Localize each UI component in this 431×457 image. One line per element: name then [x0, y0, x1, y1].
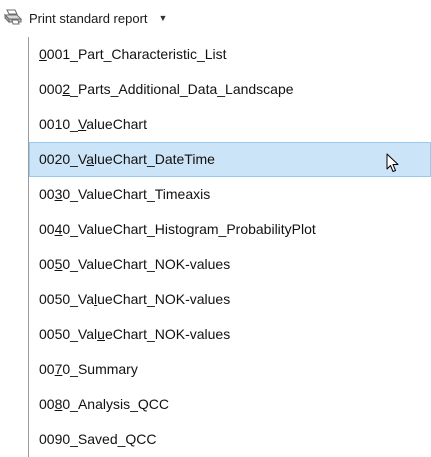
menu-item-label: 0050_ValueChart_NOK-values	[39, 256, 231, 272]
menu-item[interactable]: 0002_Parts_Additional_Data_Landscape	[29, 72, 431, 107]
menu-item[interactable]: 0050_ValueChart_NOK-values	[29, 317, 431, 352]
menu-item-label: 0080_Analysis_QCC	[39, 396, 169, 412]
menu-item-label: 0070_Summary	[39, 361, 138, 377]
menu-item-label: 0050_ValueChart_NOK-values	[39, 326, 231, 342]
menu-item[interactable]: 0090_Saved_QCC	[29, 422, 431, 457]
menu-item-label: 0001_Part_Characteristic_List	[39, 46, 227, 62]
menu-item[interactable]: 0050_ValueChart_NOK-values	[29, 282, 431, 317]
menu-item-label: 0020_ValueChart_DateTime	[39, 151, 215, 167]
menu-item[interactable]: 0080_Analysis_QCC	[29, 387, 431, 422]
menu-item[interactable]: 0040_ValueChart_Histogram_ProbabilityPlo…	[29, 212, 431, 247]
menu-item-label: 0090_Saved_QCC	[39, 431, 157, 447]
printer-icon	[3, 9, 24, 28]
print-standard-report-label: Print standard report	[29, 10, 148, 26]
menu-item-label: 0050_ValueChart_NOK-values	[39, 291, 231, 307]
menu-item[interactable]: 0070_Summary	[29, 352, 431, 387]
menu-item-label: 0002_Parts_Additional_Data_Landscape	[39, 81, 294, 97]
menu-item[interactable]: 0030_ValueChart_Timeaxis	[29, 177, 431, 212]
menu-item-label: 0040_ValueChart_Histogram_ProbabilityPlo…	[39, 221, 316, 237]
menu-item-label: 0010_ValueChart	[39, 116, 147, 132]
report-dropdown-menu: 0001_Part_Characteristic_List 0002_Parts_…	[28, 37, 431, 457]
menu-item[interactable]: 0050_ValueChart_NOK-values	[29, 247, 431, 282]
menu-item-label: 0030_ValueChart_Timeaxis	[39, 186, 211, 202]
caret-down-icon[interactable]: ▼	[159, 13, 168, 23]
menu-item[interactable]: 0010_ValueChart	[29, 107, 431, 142]
menu-item[interactable]: 0001_Part_Characteristic_List	[29, 37, 431, 72]
menu-item[interactable]: 0020_ValueChart_DateTime	[29, 142, 431, 177]
print-standard-report-button[interactable]: Print standard report ▼	[3, 5, 168, 31]
